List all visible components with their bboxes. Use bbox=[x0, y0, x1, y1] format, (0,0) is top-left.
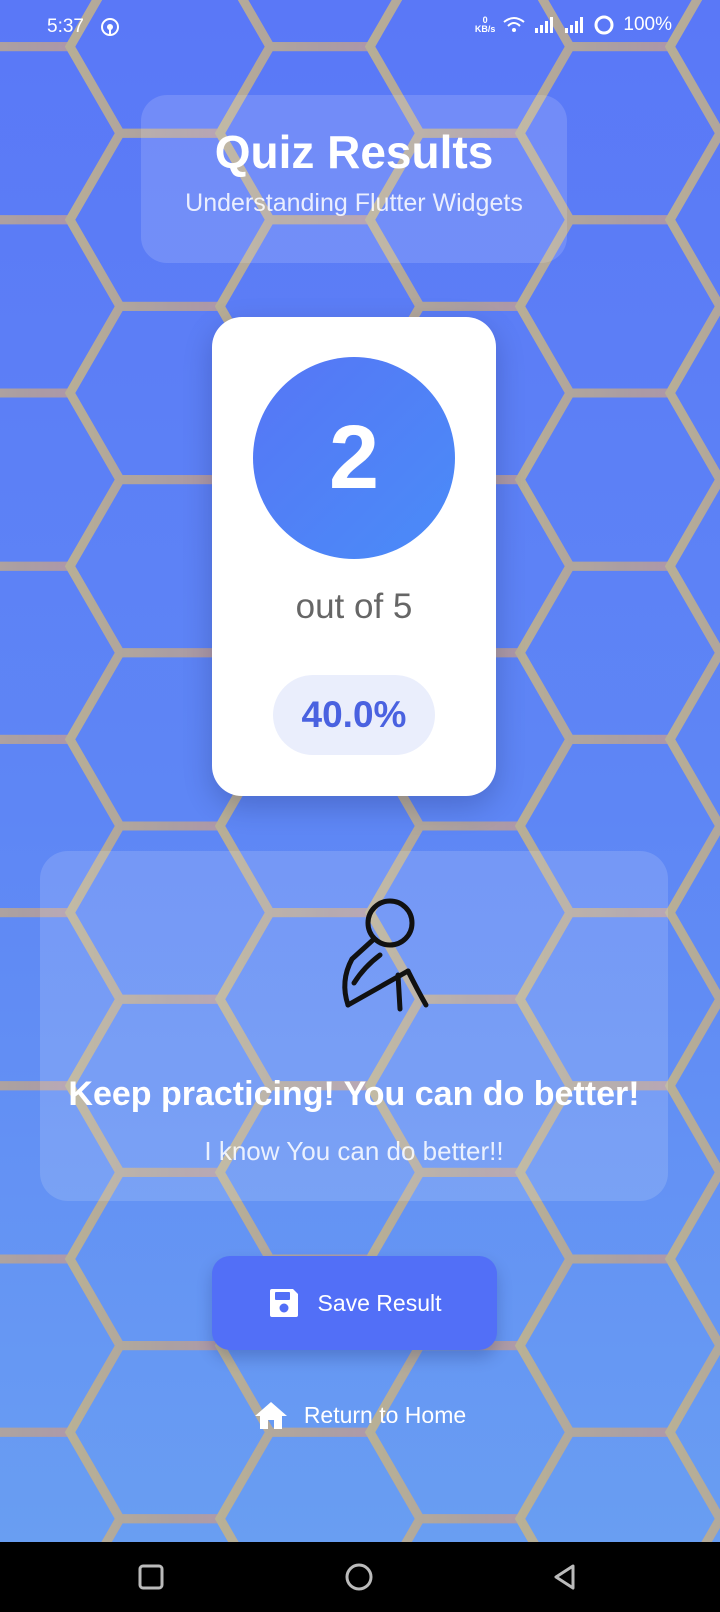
sad-stick-figure-icon bbox=[342, 898, 429, 1012]
feedback-card: Keep practicing! You can do better! I kn… bbox=[40, 851, 668, 1201]
hexagon-cell bbox=[101, 1514, 239, 1542]
circle-icon bbox=[345, 1563, 373, 1591]
hexagon-cell bbox=[664, 301, 720, 485]
signal-icon-2 bbox=[565, 17, 584, 33]
hexagon-cell bbox=[664, 1167, 720, 1351]
score-card: 2 out of 5 40.0% bbox=[212, 317, 496, 796]
hexagon-cell bbox=[664, 994, 720, 1177]
status-time: 5:37 bbox=[47, 16, 84, 37]
hexagon-cell bbox=[214, 1427, 426, 1542]
network-speed: 0 KB/s bbox=[474, 15, 496, 34]
score-total: out of 5 bbox=[295, 587, 413, 626]
hexagon-cell bbox=[701, 1514, 720, 1542]
hexagon-cell bbox=[664, 1341, 720, 1524]
home-icon bbox=[254, 1402, 287, 1429]
hexagon-cell bbox=[664, 648, 720, 831]
status-bar: 5:37 0 KB/s 100% bbox=[0, 0, 720, 56]
hexagon-cell bbox=[0, 388, 126, 571]
hotspot-icon bbox=[101, 18, 119, 36]
return-home-link[interactable]: Return to Home bbox=[0, 1400, 720, 1430]
square-icon bbox=[138, 1564, 164, 1590]
save-result-label: Save Result bbox=[317, 1289, 442, 1316]
feedback-subtitle: I know You can do better!! bbox=[204, 1136, 504, 1166]
recents-button[interactable] bbox=[111, 1542, 191, 1612]
hexagon-cell bbox=[664, 821, 720, 1004]
hexagon-cell bbox=[0, 215, 126, 398]
score-percent-badge: 40.0% bbox=[273, 675, 435, 755]
home-nav-button[interactable] bbox=[319, 1542, 399, 1612]
floppy-disk-icon bbox=[270, 1289, 299, 1317]
wifi-icon bbox=[503, 17, 526, 32]
return-home-label: Return to Home bbox=[303, 1401, 467, 1428]
hexagon-cell bbox=[664, 475, 720, 658]
signal-icon-1 bbox=[535, 17, 554, 33]
battery-ring-icon bbox=[594, 15, 614, 35]
feedback-title: Keep practicing! You can do better! bbox=[68, 1075, 640, 1113]
score-percent: 40.0% bbox=[301, 694, 407, 735]
back-triangle-icon bbox=[554, 1564, 575, 1590]
status-icons: 0 KB/s 100% bbox=[475, 14, 672, 36]
page-title: Quiz Results bbox=[214, 126, 494, 178]
hexagon-cell bbox=[0, 42, 126, 225]
system-nav-bar bbox=[0, 1542, 720, 1612]
header-card: Quiz Results Understanding Flutter Widge… bbox=[141, 95, 567, 263]
quiz-subtitle: Understanding Flutter Widgets bbox=[185, 189, 523, 217]
back-button[interactable] bbox=[525, 1542, 605, 1612]
save-result-button[interactable]: Save Result bbox=[212, 1256, 497, 1350]
battery-percent: 100% bbox=[623, 14, 672, 35]
hexagon-cell bbox=[664, 128, 720, 311]
hexagon-cell bbox=[0, 561, 126, 744]
score-value: 2 bbox=[328, 407, 380, 508]
score-circle: 2 bbox=[253, 357, 455, 559]
hexagon-cell bbox=[401, 1514, 539, 1542]
hexagon-cell bbox=[514, 1427, 720, 1542]
